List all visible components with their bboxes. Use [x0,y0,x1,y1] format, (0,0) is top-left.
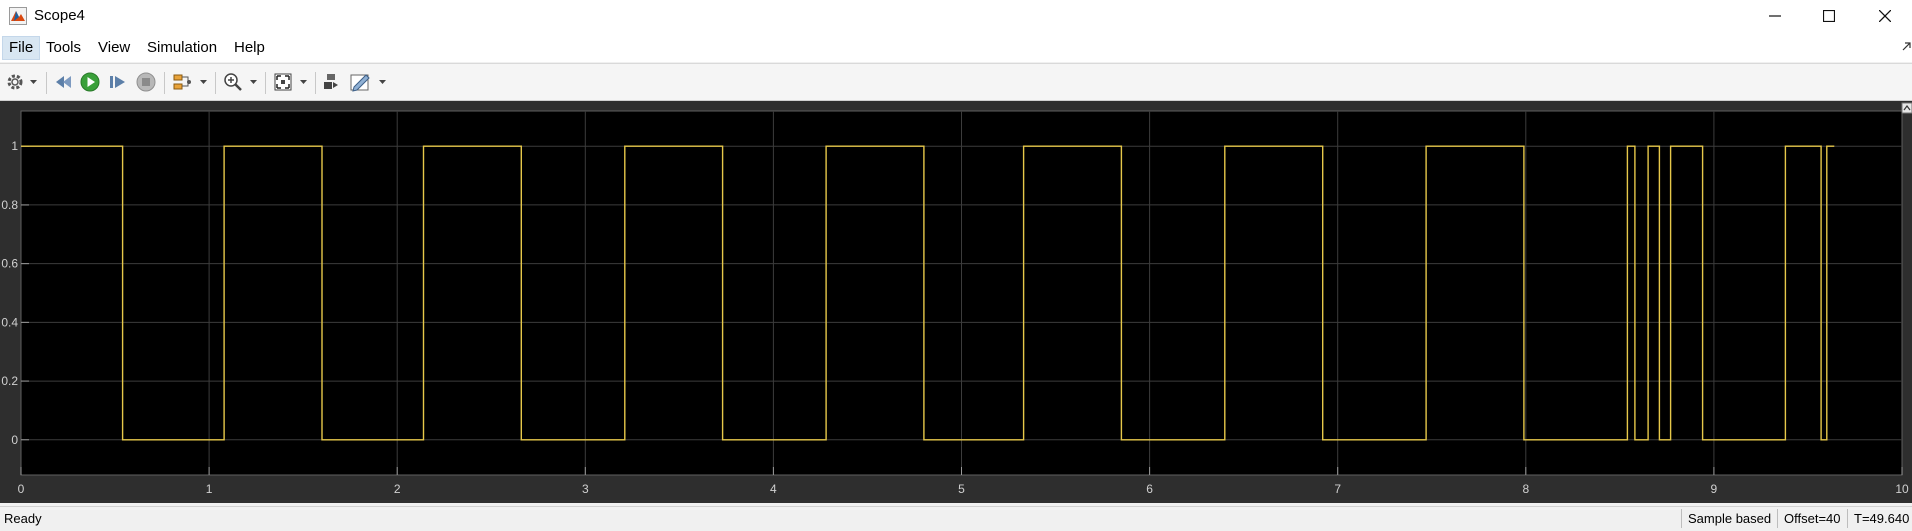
dropdown-arrow-icon [29,80,37,84]
zoom-in-icon [224,73,242,91]
title-bar: Scope4 [0,0,1912,32]
y-tick-label: 0.2 [1,374,18,388]
signal-tools-icon [173,74,191,90]
x-tick-label: 6 [1146,482,1153,496]
x-tick-label: 5 [958,482,965,496]
highlight-simulink-block-icon [324,74,338,89]
scope-display: 0 1 2 3 4 5 6 7 8 9 10 0 0.2 0.4 0.6 0.8 1 [0,101,1912,503]
step-forward-icon [110,76,125,88]
y-tick-label: 0 [11,433,18,447]
scope-plot[interactable]: 0 1 2 3 4 5 6 7 8 9 10 0 0.2 0.4 0.6 0.8 1 [0,101,1912,503]
y-tick-label: 0.6 [1,257,18,271]
close-button[interactable] [1862,0,1908,32]
toolbar-separator [265,72,266,94]
signal-tools-dropdown[interactable] [198,71,208,93]
menu-help[interactable]: Help [228,37,271,59]
close-icon [1879,10,1891,22]
toolbar-separator [215,72,216,94]
step-back-button[interactable] [52,71,74,93]
toolbar-separator [46,72,47,94]
status-offset: Offset=40 [1777,509,1852,528]
y-tick-label: 0.4 [1,315,18,329]
run-icon [80,72,100,92]
toolbar [0,63,1912,101]
x-tick-label: 4 [770,482,777,496]
status-sample-mode: Sample based [1681,509,1777,528]
edit-style-icon [350,74,370,92]
x-tick-label: 9 [1711,482,1718,496]
stop-icon [136,72,156,92]
x-tick-label: 0 [18,482,25,496]
settings-button[interactable] [4,71,26,93]
menu-bar: File Tools View Simulation Help [0,32,1912,62]
window-title: Scope4 [34,7,85,24]
x-tick-label: 1 [206,482,213,496]
toolbar-separator [315,72,316,94]
undock-arrow-icon[interactable] [1902,42,1912,52]
dropdown-arrow-icon [249,80,257,84]
menu-view[interactable]: View [92,37,136,59]
x-tick-label: 7 [1334,482,1341,496]
x-tick-label: 8 [1522,482,1529,496]
menu-tools[interactable]: Tools [40,37,87,59]
dropdown-arrow-icon [299,80,307,84]
maximize-button[interactable] [1806,0,1852,32]
signal-tools-button[interactable] [171,71,195,93]
status-ready: Ready [4,511,42,526]
zoom-dropdown[interactable] [248,71,258,93]
minimize-button[interactable] [1752,0,1798,32]
menu-file[interactable]: File [2,36,41,60]
maximize-icon [1823,10,1835,22]
y-tick-label: 0.8 [1,198,18,212]
settings-gear-icon [7,74,23,90]
menu-simulation[interactable]: Simulation [141,37,223,59]
x-tick-label: 2 [394,482,401,496]
status-time: T=49.640 [1847,509,1912,528]
step-forward-button[interactable] [107,71,129,93]
zoom-in-button[interactable] [222,71,244,93]
highlight-block-button[interactable] [320,71,342,93]
edit-style-button[interactable] [349,71,373,93]
status-bar: Ready Sample based Offset=40 T=49.640 [0,506,1912,531]
run-button[interactable] [79,71,101,93]
edit-style-dropdown[interactable] [377,71,387,93]
dropdown-arrow-icon [199,80,207,84]
x-tick-label: 10 [1895,482,1909,496]
toolbar-separator [164,72,165,94]
x-tick-label: 3 [582,482,589,496]
stop-button[interactable] [135,71,157,93]
settings-dropdown[interactable] [28,71,38,93]
matlab-scope-icon [9,7,27,25]
fit-axes-icon [274,73,292,91]
minimize-icon [1769,15,1781,17]
axes-toolbar-toggle[interactable] [1901,102,1912,114]
fit-axes-dropdown[interactable] [298,71,308,93]
y-tick-label: 1 [11,139,18,153]
fit-axes-button[interactable] [272,71,294,93]
step-back-icon [56,76,71,88]
dropdown-arrow-icon [378,80,386,84]
